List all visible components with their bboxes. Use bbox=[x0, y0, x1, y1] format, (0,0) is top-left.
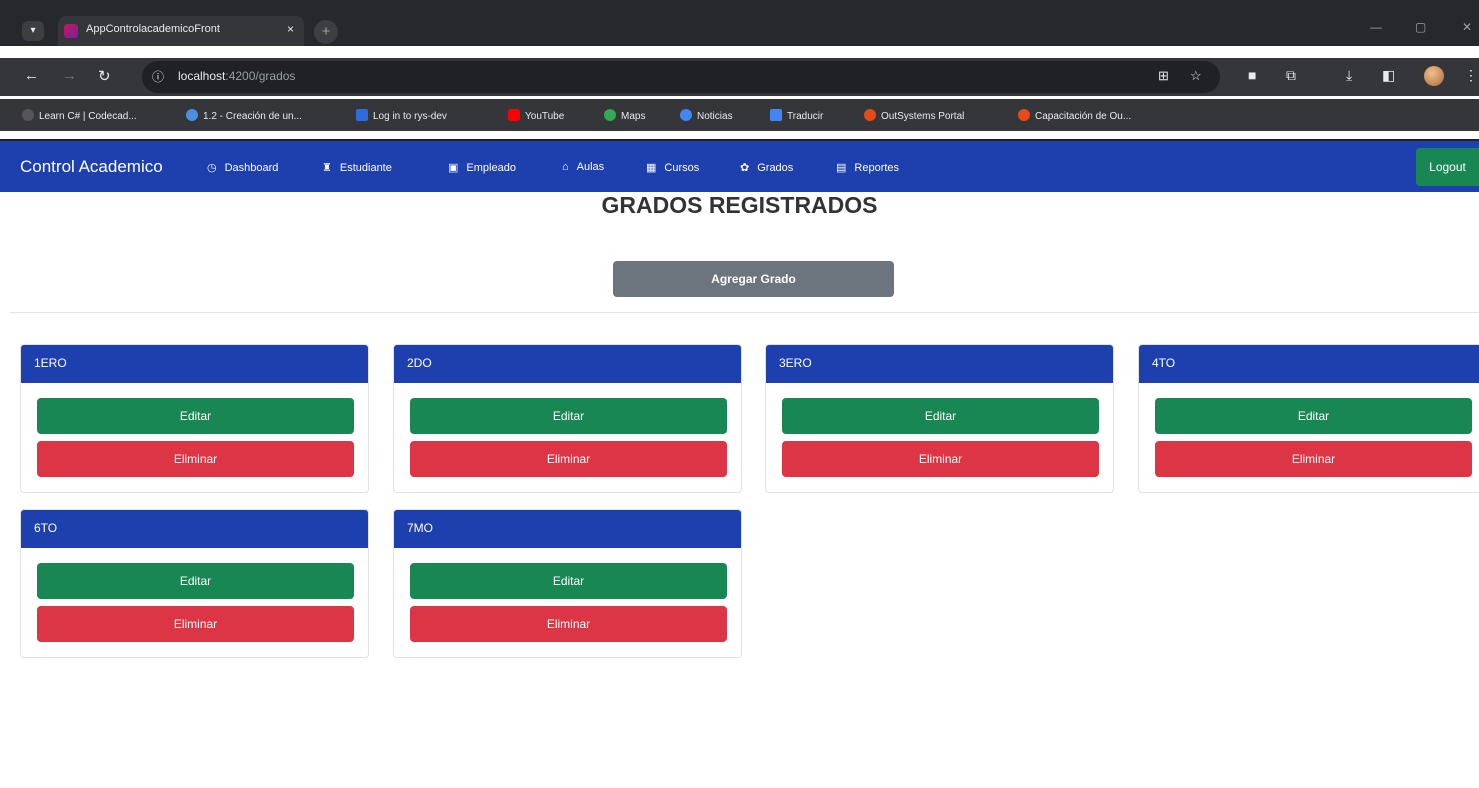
translate-icon[interactable]: ⊞ bbox=[1158, 68, 1169, 84]
edit-button[interactable]: Editar bbox=[782, 398, 1099, 434]
bookmark-star-icon[interactable]: ☆ bbox=[1190, 68, 1202, 84]
bookmark-item[interactable]: OutSystems Portal bbox=[864, 109, 964, 122]
back-icon[interactable]: ← bbox=[24, 67, 39, 84]
menu-icon[interactable]: ⋮ bbox=[1464, 67, 1478, 84]
dashboard-icon: ◷ bbox=[207, 162, 217, 174]
forward-icon[interactable]: → bbox=[62, 67, 77, 84]
delete-button[interactable]: Eliminar bbox=[37, 606, 354, 642]
bookmark-item[interactable]: Traducir bbox=[770, 109, 823, 122]
news-icon bbox=[680, 109, 692, 121]
nav-cursos[interactable]: ▦ Cursos bbox=[646, 161, 699, 174]
app-navbar: Control Academico ◷ Dashboard ♜ Estudiante… bbox=[0, 141, 1479, 192]
delete-button[interactable]: Eliminar bbox=[782, 441, 1099, 477]
logout-button[interactable]: Logout bbox=[1416, 148, 1479, 186]
grade-card-title: 6TO bbox=[21, 510, 368, 548]
delete-button[interactable]: Eliminar bbox=[410, 441, 727, 477]
delete-button[interactable]: Eliminar bbox=[410, 606, 727, 642]
grade-card: 1ERO Editar Eliminar bbox=[20, 344, 369, 493]
new-tab-button[interactable]: + bbox=[314, 20, 338, 44]
add-grade-button[interactable]: Agregar Grado bbox=[613, 261, 894, 297]
page-title: GRADOS REGISTRADOS bbox=[601, 192, 878, 218]
bookmark-item[interactable]: 1.2 - Creación de un... bbox=[186, 109, 302, 122]
url-text[interactable]: localhost:4200/grados bbox=[178, 69, 295, 83]
tab-title: AppControlacademicoFront bbox=[86, 23, 220, 35]
bookmark-item[interactable]: Learn C# | Codecad... bbox=[22, 109, 137, 122]
nav-dashboard[interactable]: ◷ Dashboard bbox=[207, 161, 278, 174]
grade-card: 4TO Editar Eliminar bbox=[1138, 344, 1479, 493]
reload-icon[interactable]: ↻ bbox=[98, 67, 111, 85]
grade-card-title: 3ERO bbox=[766, 345, 1113, 383]
minimize-icon[interactable]: — bbox=[1370, 20, 1382, 34]
profile-avatar[interactable] bbox=[1424, 66, 1444, 86]
site-info-icon[interactable]: ⓘ bbox=[152, 68, 164, 85]
nav-estudiante[interactable]: ♜ Estudiante bbox=[322, 161, 392, 174]
delete-button[interactable]: Eliminar bbox=[37, 441, 354, 477]
download-icon[interactable]: ⤓ bbox=[1346, 67, 1352, 84]
maps-icon bbox=[604, 109, 616, 121]
delete-button[interactable]: Eliminar bbox=[1155, 441, 1472, 477]
tab-close-icon[interactable]: × bbox=[287, 22, 294, 36]
bookmark-item[interactable]: Noticias bbox=[680, 109, 733, 122]
angular-favicon-icon bbox=[64, 24, 78, 38]
bookmarks-bar: Learn C# | Codecad... 1.2 - Creación de … bbox=[0, 99, 1479, 131]
extensions-puzzle-icon[interactable]: ⧉ bbox=[1286, 67, 1296, 84]
brand[interactable]: Control Academico bbox=[20, 157, 163, 177]
tab-search-button[interactable]: ▾ bbox=[22, 21, 44, 41]
outsystems-icon bbox=[1018, 109, 1030, 121]
bookmark-favicon-icon bbox=[22, 109, 34, 121]
address-bar[interactable]: ⓘ localhost:4200/grados ⊞ ☆ bbox=[142, 61, 1220, 93]
browser-tab[interactable]: AppControlacademicoFront × bbox=[58, 16, 304, 46]
grade-card-title: 2DO bbox=[394, 345, 741, 383]
grade-card: 6TO Editar Eliminar bbox=[20, 509, 369, 658]
nav-grados[interactable]: ✿ Grados bbox=[740, 161, 793, 174]
edit-button[interactable]: Editar bbox=[37, 398, 354, 434]
bookmark-favicon-icon bbox=[356, 109, 368, 121]
bookmark-favicon-icon bbox=[186, 109, 198, 121]
translate-bookmark-icon bbox=[770, 109, 782, 121]
grade-card: 3ERO Editar Eliminar bbox=[765, 344, 1114, 493]
edit-button[interactable]: Editar bbox=[1155, 398, 1472, 434]
close-window-icon[interactable]: ✕ bbox=[1462, 20, 1472, 34]
classroom-icon: ⌂ bbox=[562, 161, 569, 173]
browser-tab-strip: ▾ AppControlacademicoFront × + — ▢ ✕ bbox=[0, 0, 1479, 46]
grade-card: 2DO Editar Eliminar bbox=[393, 344, 742, 493]
bookmark-item[interactable]: YouTube bbox=[508, 109, 564, 122]
maximize-icon[interactable]: ▢ bbox=[1415, 20, 1426, 34]
grade-card-title: 1ERO bbox=[21, 345, 368, 383]
nav-aulas[interactable]: ⌂ Aulas bbox=[562, 161, 604, 173]
grades-icon: ✿ bbox=[740, 162, 750, 174]
extension-icon[interactable]: ■ bbox=[1248, 67, 1256, 83]
edit-button[interactable]: Editar bbox=[410, 563, 727, 599]
edit-button[interactable]: Editar bbox=[410, 398, 727, 434]
browser-toolbar: ← → ↻ ⓘ localhost:4200/grados ⊞ ☆ ■ ⧉ ⤓ … bbox=[0, 58, 1479, 96]
youtube-icon bbox=[508, 109, 520, 121]
grade-card: 7MO Editar Eliminar bbox=[393, 509, 742, 658]
employee-icon: ▣ bbox=[448, 162, 459, 174]
bookmark-item[interactable]: Maps bbox=[604, 109, 645, 122]
bookmark-item[interactable]: Log in to rys-dev bbox=[356, 109, 447, 122]
section-divider bbox=[10, 312, 1479, 313]
side-panel-icon[interactable]: ◧ bbox=[1382, 67, 1395, 84]
courses-icon: ▦ bbox=[646, 162, 657, 174]
edit-button[interactable]: Editar bbox=[37, 563, 354, 599]
reports-icon: ▤ bbox=[836, 162, 847, 174]
grade-card-title: 4TO bbox=[1139, 345, 1479, 383]
nav-reportes[interactable]: ▤ Reportes bbox=[836, 161, 899, 174]
student-icon: ♜ bbox=[322, 162, 332, 174]
grade-card-title: 7MO bbox=[394, 510, 741, 548]
bookmark-item[interactable]: Capacitación de Ou... bbox=[1018, 109, 1131, 122]
outsystems-icon bbox=[864, 109, 876, 121]
nav-empleado[interactable]: ▣ Empleado bbox=[448, 161, 516, 174]
